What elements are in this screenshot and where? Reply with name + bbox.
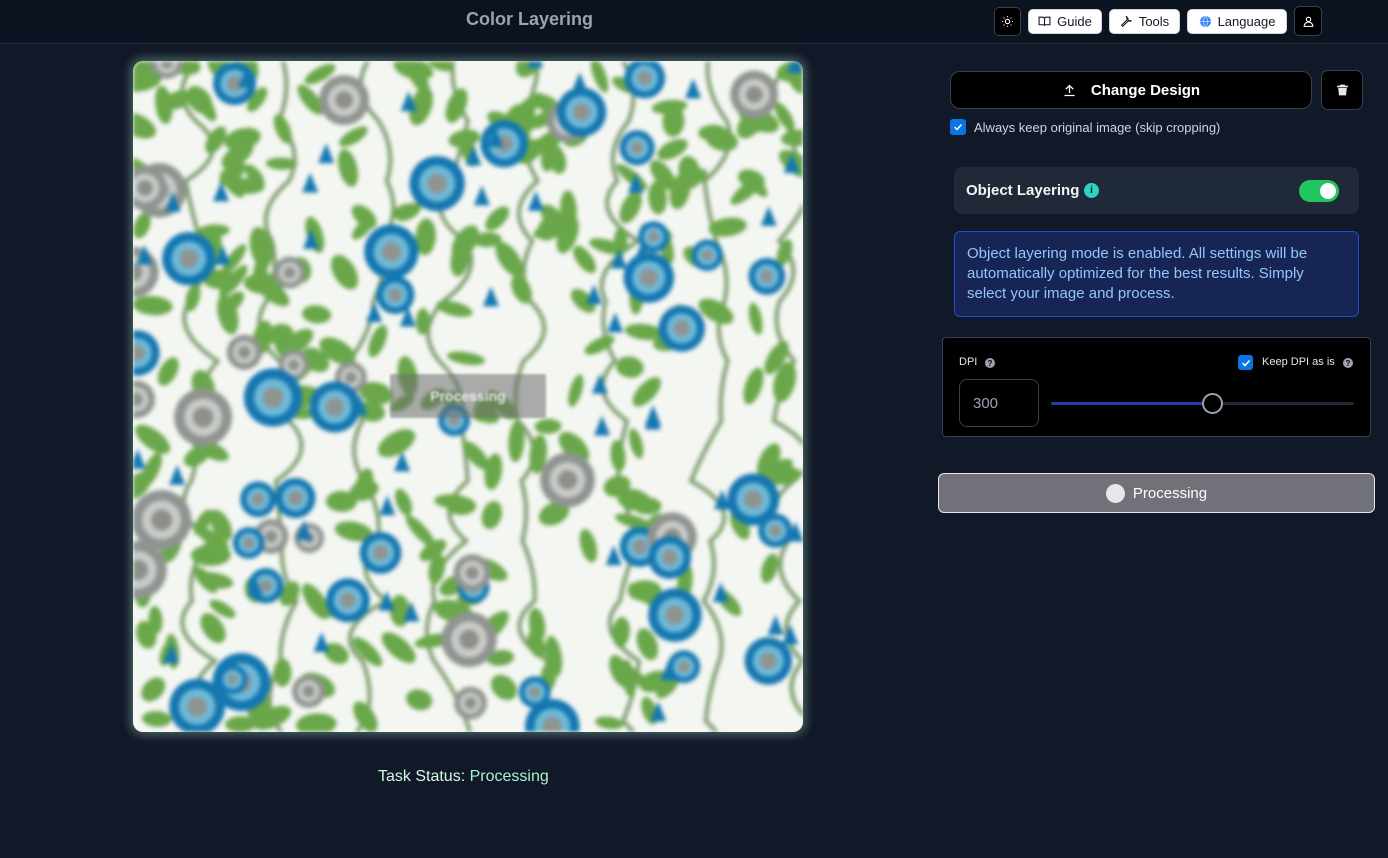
top-header: Color Layering Guide Tools Language — [0, 0, 1388, 44]
dpi-label: DPI — [959, 356, 978, 368]
object-layering-info: Object layering mode is enabled. All set… — [954, 231, 1359, 317]
change-design-button[interactable]: Change Design — [950, 71, 1312, 109]
dpi-slider-fill — [1051, 402, 1212, 405]
dpi-slider-thumb[interactable] — [1201, 393, 1223, 414]
user-icon — [1303, 16, 1313, 27]
language-button[interactable]: Language — [1187, 9, 1287, 34]
keep-original-checkbox[interactable] — [950, 119, 966, 135]
book-icon — [1038, 16, 1051, 26]
delete-design-button[interactable] — [1321, 70, 1363, 110]
dpi-slider[interactable] — [1051, 393, 1354, 414]
info-icon[interactable]: i — [1084, 183, 1099, 198]
tools-button[interactable]: Tools — [1109, 9, 1180, 34]
tools-label: Tools — [1138, 14, 1170, 29]
trash-icon — [1336, 84, 1348, 96]
user-account-button[interactable] — [1294, 6, 1322, 36]
processing-overlay: Processing — [390, 374, 546, 418]
dpi-settings-panel: DPI ? Keep DPI as is ? — [942, 337, 1371, 437]
upload-icon — [1064, 84, 1075, 96]
toggle-knob — [1320, 183, 1336, 199]
keep-original-option: Always keep original image (skip croppin… — [950, 119, 1220, 135]
theme-toggle-button[interactable] — [994, 7, 1021, 36]
keep-dpi-help-icon[interactable]: ? — [1343, 358, 1353, 368]
sun-icon — [1002, 16, 1013, 27]
language-label: Language — [1217, 14, 1276, 29]
wrench-icon — [1120, 15, 1132, 28]
process-label: Processing — [1132, 484, 1208, 502]
process-button[interactable]: Processing — [938, 473, 1375, 513]
globe-icon — [1199, 15, 1211, 28]
guide-label: Guide — [1057, 14, 1092, 29]
guide-button[interactable]: Guide — [1028, 9, 1102, 34]
keep-dpi-label: Keep DPI as is — [1262, 356, 1335, 368]
task-status: Task Status: Processing — [378, 768, 549, 786]
change-design-label: Change Design — [1090, 81, 1201, 99]
app-title: Color Layering — [466, 9, 594, 29]
dpi-input[interactable] — [959, 379, 1039, 427]
task-status-label: Task Status: — [378, 768, 466, 785]
design-preview: Processing — [133, 61, 803, 732]
task-status-value: Processing — [469, 768, 549, 785]
keep-dpi-checkbox[interactable] — [1238, 355, 1253, 370]
check-icon — [1241, 359, 1250, 367]
keep-original-label: Always keep original image (skip croppin… — [974, 119, 1221, 135]
object-layering-row: Object Layering i — [954, 167, 1359, 214]
check-icon — [953, 123, 963, 131]
dpi-help-icon[interactable]: ? — [985, 358, 995, 368]
object-layering-toggle[interactable] — [1299, 180, 1339, 202]
object-layering-label: Object Layering — [966, 182, 1080, 199]
spinner-icon — [1105, 483, 1125, 503]
